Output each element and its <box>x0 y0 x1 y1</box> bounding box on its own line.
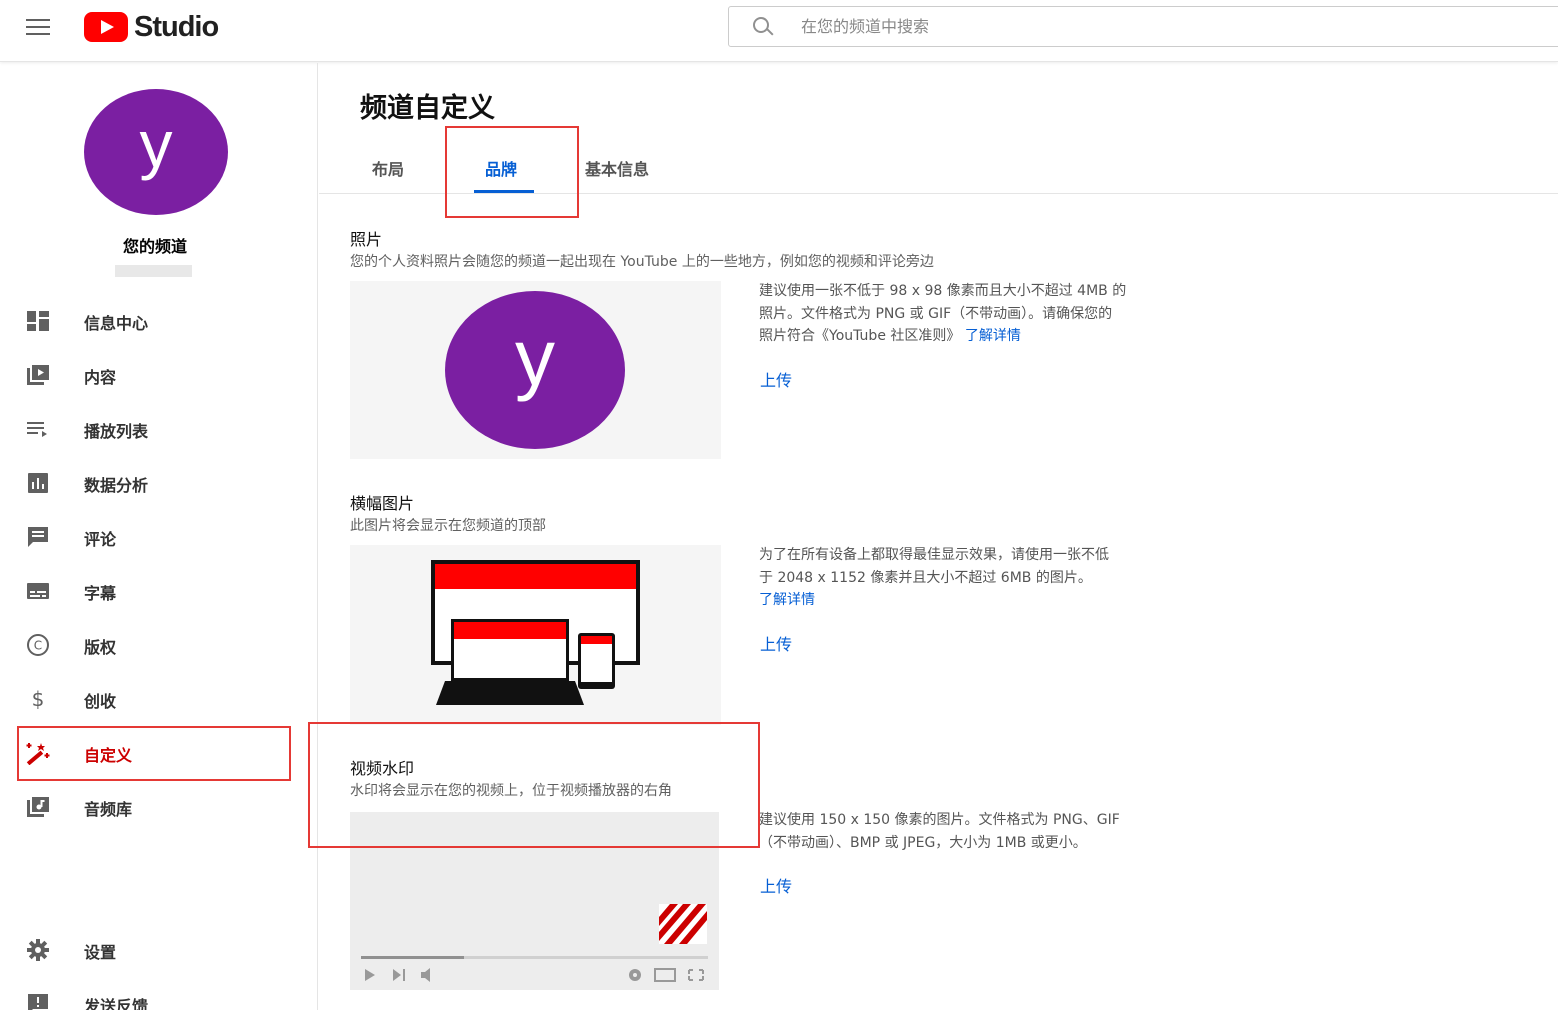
sidebar-item-analytics[interactable]: 数据分析 <box>0 456 318 510</box>
watermark-stripes-icon <box>659 904 707 944</box>
photo-learn-more-link[interactable]: 了解详情 <box>965 328 1021 344</box>
banner-info-line: 于 2048 x 1152 像素并且大小不超过 6MB 的图片。 <box>759 569 1092 586</box>
search-icon[interactable] <box>753 16 773 37</box>
banner-preview <box>350 545 721 725</box>
hamburger-menu-icon[interactable] <box>22 14 54 42</box>
sidebar-item-content[interactable]: 内容 <box>0 348 318 402</box>
sidebar-item-feedback[interactable]: 发送反馈 <box>0 977 318 1010</box>
banner-section-description: 此图片将会显示在您频道的顶部 <box>350 518 546 534</box>
banner-learn-more-link[interactable]: 了解详情 <box>759 589 1189 612</box>
banner-info: 为了在所有设备上都取得最佳显示效果，请使用一张不低 于 2048 x 1152 … <box>759 544 1189 612</box>
photo-info: 建议使用一张不低于 98 x 98 像素而且大小不超过 4MB 的 照片。文件格… <box>759 280 1189 348</box>
video-library-icon <box>25 364 51 386</box>
feedback-icon <box>25 993 51 1010</box>
sidebar-item-label: 设置 <box>84 943 117 962</box>
audio-library-icon <box>25 796 51 818</box>
devices-illustration <box>431 560 640 705</box>
sidebar-item-label: 播放列表 <box>84 422 149 441</box>
profile-photo-preview: y <box>445 291 625 449</box>
search-input[interactable] <box>801 17 1401 36</box>
photo-section-description: 您的个人资料照片会随您的频道一起出现在 YouTube 上的一些地方，例如您的视… <box>350 254 934 270</box>
watermark-info-line: （不带动画）、BMP 或 JPEG，大小为 1MB 或更小。 <box>759 834 1087 851</box>
page-title: 频道自定义 <box>360 93 495 124</box>
sidebar-item-audio-library[interactable]: 音频库 <box>0 780 318 834</box>
playlist-icon <box>25 418 51 440</box>
photo-info-line: 建议使用一张不低于 98 x 98 像素而且大小不超过 4MB 的 <box>759 283 1127 299</box>
highlight-box-customization <box>17 726 291 781</box>
copyright-icon: C <box>25 634 51 656</box>
sidebar: y 您的频道 信息中心 内容 播放列表 数据分析 评论 字幕 C 版权 $ 创收… <box>0 63 318 1010</box>
highlight-box-watermark <box>308 722 760 848</box>
youtube-play-icon <box>84 12 128 42</box>
sidebar-item-subtitles[interactable]: 字幕 <box>0 564 318 618</box>
sidebar-item-settings[interactable]: 设置 <box>0 923 318 977</box>
subtitles-icon <box>25 580 51 602</box>
sidebar-item-label: 发送反馈 <box>84 997 149 1010</box>
highlight-box-branding-tab <box>445 126 579 218</box>
search-bar[interactable] <box>728 6 1558 47</box>
photo-preview: y <box>350 281 721 459</box>
tab-layout[interactable]: 布局 <box>372 156 404 180</box>
tab-basic-info[interactable]: 基本信息 <box>585 156 649 180</box>
dollar-icon: $ <box>25 688 51 710</box>
photo-info-line: 照片。文件格式为 PNG 或 GIF（不带动画）。请确保您的 <box>759 305 1113 322</box>
comment-icon <box>25 526 51 548</box>
dashboard-icon <box>25 310 51 332</box>
channel-name: 您的频道 <box>122 237 187 256</box>
sidebar-item-dashboard[interactable]: 信息中心 <box>0 294 318 348</box>
channel-avatar[interactable]: y <box>84 89 228 215</box>
sidebar-item-label: 信息中心 <box>84 314 149 333</box>
banner-upload-button[interactable]: 上传 <box>760 631 792 655</box>
top-bar: Studio <box>0 0 1558 62</box>
sidebar-bottom-nav: 设置 发送反馈 <box>0 923 318 1010</box>
analytics-icon <box>25 472 51 494</box>
sidebar-item-playlists[interactable]: 播放列表 <box>0 402 318 456</box>
sidebar-item-label: 数据分析 <box>84 476 149 495</box>
svg-text:$: $ <box>32 688 45 710</box>
watermark-upload-button[interactable]: 上传 <box>760 873 792 897</box>
sidebar-item-label: 内容 <box>84 368 117 387</box>
sidebar-item-label: 音频库 <box>84 800 133 819</box>
sidebar-item-label: 版权 <box>84 638 117 657</box>
sidebar-item-label: 字幕 <box>84 584 117 603</box>
logo-text: Studio <box>134 10 219 43</box>
sidebar-item-copyright[interactable]: C 版权 <box>0 618 318 672</box>
watermark-info: 建议使用 150 x 150 像素的图片。文件格式为 PNG、GIF （不带动画… <box>759 809 1189 854</box>
watermark-info-line: 建议使用 150 x 150 像素的图片。文件格式为 PNG、GIF <box>759 812 1120 828</box>
photo-info-line: 照片符合《YouTube 社区准则》 <box>759 328 961 344</box>
sidebar-item-label: 创收 <box>84 692 117 711</box>
channel-handle-placeholder <box>115 265 192 277</box>
banner-section-title: 横幅图片 <box>350 494 415 513</box>
photo-upload-button[interactable]: 上传 <box>760 367 792 391</box>
sidebar-item-comments[interactable]: 评论 <box>0 510 318 564</box>
photo-section-title: 照片 <box>350 230 383 249</box>
sidebar-item-monetization[interactable]: $ 创收 <box>0 672 318 726</box>
studio-logo[interactable]: Studio <box>84 10 219 44</box>
banner-info-line: 为了在所有设备上都取得最佳显示效果，请使用一张不低 <box>759 547 1109 563</box>
sidebar-item-label: 评论 <box>84 530 117 549</box>
gear-icon <box>25 939 51 961</box>
svg-text:C: C <box>34 639 42 653</box>
